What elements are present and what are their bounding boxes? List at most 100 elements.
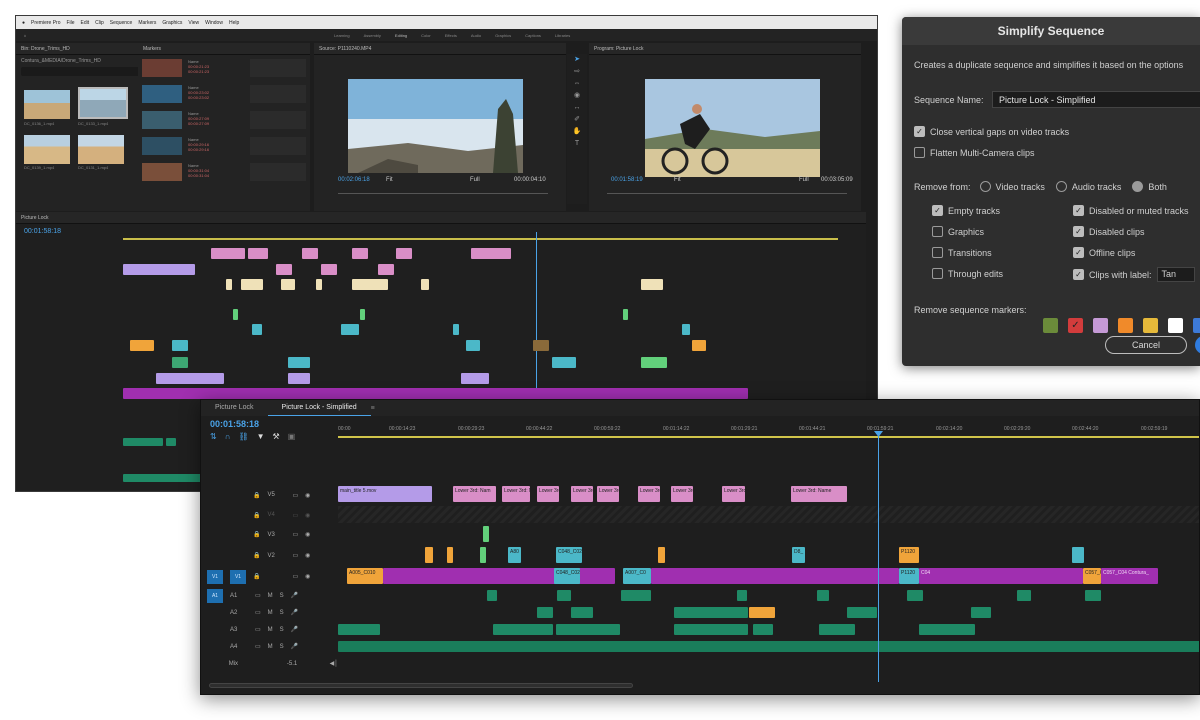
ripple-edit-icon[interactable]: ⇔ xyxy=(567,78,587,90)
pen-icon[interactable]: ✐ xyxy=(567,114,587,126)
sync-icon[interactable]: ▭ xyxy=(255,626,261,633)
mute-button[interactable]: M xyxy=(268,593,273,599)
menu-app[interactable]: Premiere Pro xyxy=(31,20,60,26)
audio-clip[interactable] xyxy=(537,607,553,618)
bin-clip-thumb[interactable] xyxy=(78,87,128,119)
workspace-tab-editing[interactable]: Editing xyxy=(395,33,407,38)
program-fit[interactable]: Fit xyxy=(674,177,681,183)
audio-clip[interactable] xyxy=(674,607,748,618)
audio-clip[interactable] xyxy=(1085,590,1101,601)
sync-icon[interactable]: ▭ xyxy=(292,552,298,559)
menu-graphics[interactable]: Graphics xyxy=(162,20,182,26)
audio-clip[interactable] xyxy=(487,590,497,601)
workspace-tab-assembly[interactable]: Assembly xyxy=(364,33,381,38)
timeline-clip[interactable] xyxy=(281,279,295,290)
clip-lower-third[interactable]: Lower 3rd: Nam xyxy=(638,486,660,502)
workspace-tab-libraries[interactable]: Libraries xyxy=(555,33,570,38)
audio-clip[interactable] xyxy=(571,607,593,618)
audio-clip[interactable] xyxy=(753,624,773,635)
mic-icon[interactable]: 🎤 xyxy=(291,609,298,616)
snap-icon[interactable]: ∩ xyxy=(225,432,231,441)
program-timecode[interactable]: 00:01:58:19 xyxy=(611,177,643,183)
eye-icon[interactable]: ◉ xyxy=(305,531,310,538)
clip-lower-third[interactable]: Lower 3rd: Nam xyxy=(671,486,693,502)
captions-icon[interactable]: ▣ xyxy=(288,432,296,441)
mic-icon[interactable]: 🎤 xyxy=(291,592,298,599)
timeline-clip[interactable] xyxy=(316,279,322,290)
bin-clip-thumb[interactable] xyxy=(78,135,124,164)
flatten-checkbox[interactable] xyxy=(914,147,925,158)
sync-icon[interactable]: ▭ xyxy=(292,492,298,499)
timeline-clip[interactable] xyxy=(172,357,188,368)
clip-lower-third[interactable]: Lower 3rd: Nam xyxy=(722,486,745,502)
clip-a007[interactable]: A007_C0 xyxy=(623,568,651,584)
clip-main-title[interactable]: main_title 5.mov xyxy=(338,486,432,502)
label-color-select[interactable]: Tan xyxy=(1156,267,1195,282)
timeline-clip[interactable] xyxy=(172,340,188,351)
source-fit[interactable]: Fit xyxy=(386,177,393,183)
lock-icon[interactable]: 🔒 xyxy=(253,552,260,559)
offline-clips-checkbox[interactable]: ✓ xyxy=(1073,247,1084,258)
timeline-clip[interactable] xyxy=(156,373,224,384)
markers-title[interactable]: Markers xyxy=(138,43,310,55)
sync-icon[interactable]: ▭ xyxy=(255,609,261,616)
audio-clip[interactable] xyxy=(493,624,553,635)
razor-icon[interactable]: ◉ xyxy=(567,90,587,102)
timeline-clip[interactable] xyxy=(302,248,318,259)
workspace-tab-audio[interactable]: Audio xyxy=(471,33,481,38)
add-marker-icon[interactable]: ▼ xyxy=(257,432,265,441)
timeline-clip[interactable] xyxy=(425,547,433,563)
eye-icon[interactable]: ◉ xyxy=(305,492,310,499)
clip-p1120-v1[interactable]: P1120 xyxy=(899,568,919,584)
mute-button[interactable]: M xyxy=(268,627,273,633)
tab-picture-lock-simplified[interactable]: Picture Lock - Simplified xyxy=(267,400,371,416)
type-icon[interactable]: T xyxy=(567,138,587,150)
through-edits-checkbox[interactable] xyxy=(932,268,943,279)
timeline-clip[interactable] xyxy=(321,264,337,275)
timeline-clip[interactable] xyxy=(226,279,232,290)
disabled-clips-option[interactable]: ✓ Disabled clips xyxy=(1073,226,1145,237)
audio-clip[interactable] xyxy=(817,590,829,601)
source-title[interactable]: Source: P1110240.MP4 xyxy=(314,43,566,55)
timeline-clip[interactable] xyxy=(641,357,667,368)
empty-tracks-option[interactable]: ✓ Empty tracks xyxy=(932,205,1000,216)
marker-swatch-orange[interactable] xyxy=(1118,318,1133,333)
timeline-clip[interactable] xyxy=(692,340,706,351)
timeline-clip[interactable] xyxy=(533,340,549,351)
workspace-tab-color[interactable]: Color xyxy=(421,33,431,38)
graphics-checkbox[interactable] xyxy=(932,226,943,237)
audio-clip[interactable] xyxy=(919,624,975,635)
timeline-clip[interactable] xyxy=(461,373,489,384)
workspace-tab-learning[interactable]: Learning xyxy=(334,33,350,38)
selection-tool-icon[interactable]: ➤ xyxy=(567,54,587,66)
slip-icon[interactable]: ↔ xyxy=(567,102,587,114)
solo-button[interactable]: S xyxy=(280,627,284,633)
program-scrubber[interactable] xyxy=(607,193,847,194)
back-timeline-tab[interactable]: Picture Lock xyxy=(16,212,866,224)
eye-icon[interactable]: ◉ xyxy=(305,573,310,580)
timeline-clip[interactable] xyxy=(352,279,388,290)
program-resolution[interactable]: Full xyxy=(799,177,809,183)
close-gaps-checkbox[interactable]: ✓ xyxy=(914,126,925,137)
hand-icon[interactable]: ✋ xyxy=(567,126,587,138)
solo-button[interactable]: S xyxy=(280,644,284,650)
timeline-clip[interactable] xyxy=(288,357,310,368)
workspace-tab-captions[interactable]: Captions xyxy=(525,33,541,38)
bin-title[interactable]: Bin: Drone_Trims_HD xyxy=(16,43,151,55)
disabled-muted-tracks-option[interactable]: ✓ Disabled or muted tracks xyxy=(1073,205,1189,216)
clip-a005[interactable]: A005_C010 xyxy=(347,568,383,584)
timeline-clip[interactable] xyxy=(383,568,615,584)
marker-row[interactable]: Name 00:00:31:04 00:00:31:04 xyxy=(142,161,308,183)
sync-icon[interactable]: ▭ xyxy=(255,592,261,599)
audio-clip[interactable] xyxy=(749,607,775,618)
marker-swatch-blue[interactable] xyxy=(1193,318,1200,333)
timeline-clip[interactable] xyxy=(288,373,310,384)
audio-clip[interactable] xyxy=(1017,590,1031,601)
timeline-clip[interactable] xyxy=(453,324,459,335)
mute-button[interactable]: M xyxy=(268,610,273,616)
audio-clip[interactable] xyxy=(737,590,747,601)
menu-icon[interactable]: ≡ xyxy=(371,405,375,412)
marker-row[interactable]: Name 00:00:27:09 00:00:27:09 xyxy=(142,109,308,131)
clip-d8[interactable]: D8_ xyxy=(792,547,805,563)
timeline-clip[interactable] xyxy=(447,547,453,563)
